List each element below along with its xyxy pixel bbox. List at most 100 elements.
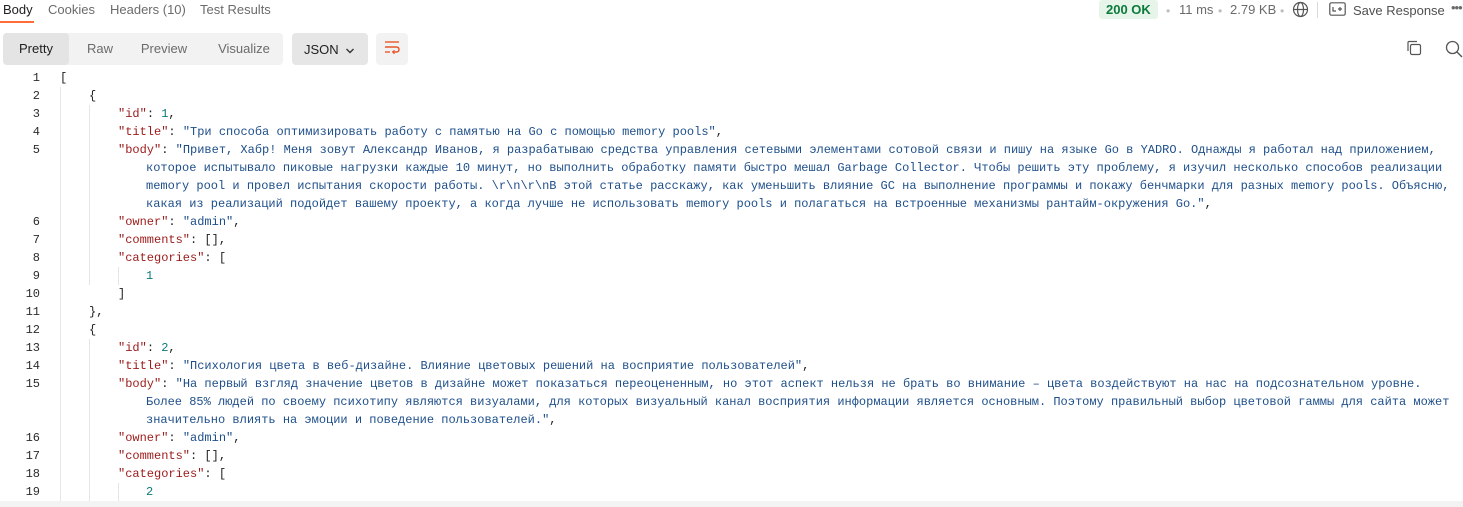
code-line-wrap: которое испытывало пиковые нагрузки кажд… bbox=[146, 159, 1442, 177]
wrap-lines-button[interactable] bbox=[376, 33, 408, 65]
json-key: "owner" bbox=[118, 215, 169, 229]
json-string: memory pool и провел испытания скорости … bbox=[146, 179, 1450, 193]
line-number: 18 bbox=[25, 467, 40, 481]
json-key: "id" bbox=[118, 341, 147, 355]
json-array: [] bbox=[204, 449, 219, 463]
code-line-wrap: какая из реализаций подойдет вашему прое… bbox=[146, 197, 1212, 211]
json-string: значительно влиять на эмоции и поведение… bbox=[146, 413, 550, 427]
line-number: 17 bbox=[25, 449, 40, 463]
copy-icon[interactable] bbox=[1406, 40, 1424, 58]
json-number: 1 bbox=[146, 269, 154, 283]
response-time[interactable]: 11 ms bbox=[1179, 2, 1213, 17]
view-mode-segment: Pretty Raw Preview Visualize bbox=[3, 33, 283, 65]
line-number: 4 bbox=[32, 125, 40, 139]
tab-cookies[interactable]: Cookies bbox=[48, 2, 95, 17]
json-key: "body" bbox=[118, 377, 162, 391]
json-array: [] bbox=[204, 233, 219, 247]
code-line: "comments": [], bbox=[118, 233, 227, 247]
json-number: 2 bbox=[146, 485, 154, 499]
view-preview-button[interactable]: Preview bbox=[131, 33, 197, 65]
view-raw-button[interactable]: Raw bbox=[69, 33, 131, 65]
code-line: "title": "Три способа оптимизировать раб… bbox=[118, 125, 723, 139]
indent-guide bbox=[89, 339, 90, 501]
view-visualize-button[interactable]: Visualize bbox=[205, 33, 283, 65]
code-line: { bbox=[89, 89, 97, 103]
line-number: 16 bbox=[25, 431, 40, 445]
json-key: "comments" bbox=[118, 233, 191, 247]
code-line: "categories": [ bbox=[118, 251, 227, 265]
view-pretty-button[interactable]: Pretty bbox=[3, 33, 69, 65]
json-key: "id" bbox=[118, 107, 147, 121]
code-line: 2 bbox=[146, 483, 153, 501]
code-line: [ bbox=[60, 71, 68, 85]
more-icon[interactable]: ••• bbox=[1451, 0, 1463, 15]
indent-guide bbox=[60, 87, 61, 501]
separator-dot: • bbox=[1218, 4, 1223, 18]
line-number: 10 bbox=[25, 287, 40, 301]
line-number: 12 bbox=[25, 323, 40, 337]
json-string: какая из реализаций подойдет вашему прое… bbox=[146, 197, 1205, 211]
code-line: "categories": [ bbox=[118, 467, 227, 481]
search-icon[interactable] bbox=[1445, 40, 1463, 58]
line-number: 5 bbox=[32, 143, 40, 157]
line-number: 1 bbox=[32, 71, 40, 85]
tab-headers[interactable]: Headers (10) bbox=[110, 2, 186, 17]
code-line: "comments": [], bbox=[118, 449, 227, 463]
separator-dot: • bbox=[1166, 4, 1171, 18]
json-key: "comments" bbox=[118, 449, 191, 463]
json-string: "admin" bbox=[182, 431, 234, 445]
code-line: "owner": "admin", bbox=[118, 431, 241, 445]
line-number: 15 bbox=[25, 377, 40, 391]
line-number: 19 bbox=[25, 485, 40, 499]
code-line-wrap: memory pool и провел испытания скорости … bbox=[146, 177, 1449, 195]
response-body-editor[interactable]: 1 2 3 4 5 6 7 8 9 10 11 12 13 14 15 16 1… bbox=[0, 69, 1463, 501]
code-line: }, bbox=[89, 305, 104, 319]
code-line: "id": 2, bbox=[118, 341, 176, 355]
status-badge[interactable]: 200 OK bbox=[1099, 0, 1158, 19]
wrap-lines-icon bbox=[384, 40, 400, 59]
response-size[interactable]: 2.79 KB bbox=[1230, 2, 1276, 17]
code-line: "owner": "admin", bbox=[118, 215, 241, 229]
line-number: 6 bbox=[32, 215, 40, 229]
code-line: ] bbox=[118, 287, 126, 301]
code-line-wrap: значительно влиять на эмоции и поведение… bbox=[146, 413, 557, 427]
line-number: 7 bbox=[32, 233, 40, 247]
horizontal-scrollbar[interactable] bbox=[0, 501, 1463, 507]
code-line: "body": "Привет, Хабр! Меня зовут Алекса… bbox=[118, 143, 1436, 157]
line-number: 13 bbox=[25, 341, 40, 355]
json-key: "owner" bbox=[118, 431, 169, 445]
globe-icon[interactable] bbox=[1292, 1, 1309, 23]
json-string: "Три способа оптимизировать работу с пам… bbox=[182, 125, 716, 139]
tab-test-results[interactable]: Test Results bbox=[200, 2, 271, 17]
json-string: "На первый взгляд значение цветов в диза… bbox=[175, 377, 1422, 391]
indent-guide bbox=[89, 105, 90, 285]
json-key: "body" bbox=[118, 143, 162, 157]
code-line: "title": "Психология цвета в веб-дизайне… bbox=[118, 359, 810, 373]
json-string: "Привет, Хабр! Меня зовут Александр Иван… bbox=[175, 143, 1436, 157]
line-number: 3 bbox=[32, 107, 40, 121]
active-tab-indicator bbox=[0, 21, 34, 23]
save-response-label: Save Response bbox=[1353, 2, 1445, 18]
line-number: 11 bbox=[25, 305, 40, 319]
indent-guide bbox=[118, 267, 119, 285]
line-number: 8 bbox=[32, 251, 40, 265]
json-string: которое испытывало пиковые нагрузки кажд… bbox=[146, 161, 1443, 175]
chevron-down-icon bbox=[345, 44, 355, 59]
code-line: 1 bbox=[146, 267, 153, 285]
tab-body[interactable]: Body bbox=[3, 2, 33, 17]
code-line-wrap: Более 85% людей по своему психотипу явля… bbox=[146, 393, 1449, 411]
code-line: { bbox=[89, 323, 97, 337]
json-key: "categories" bbox=[118, 467, 205, 481]
code-line: "body": "На первый взгляд значение цвето… bbox=[118, 377, 1422, 391]
json-key: "categories" bbox=[118, 251, 205, 265]
code-line: "id": 1, bbox=[118, 107, 176, 121]
separator-dot: • bbox=[1280, 4, 1285, 18]
format-dropdown[interactable]: JSON bbox=[292, 33, 368, 65]
json-key: "title" bbox=[118, 125, 169, 139]
json-string: Более 85% людей по своему психотипу явля… bbox=[146, 395, 1450, 409]
json-key: "title" bbox=[118, 359, 169, 373]
json-string: "Психология цвета в веб-дизайне. Влияние… bbox=[182, 359, 803, 373]
save-response-button[interactable]: Save Response bbox=[1329, 1, 1445, 19]
line-number: 2 bbox=[32, 89, 40, 103]
save-response-icon bbox=[1329, 1, 1346, 19]
